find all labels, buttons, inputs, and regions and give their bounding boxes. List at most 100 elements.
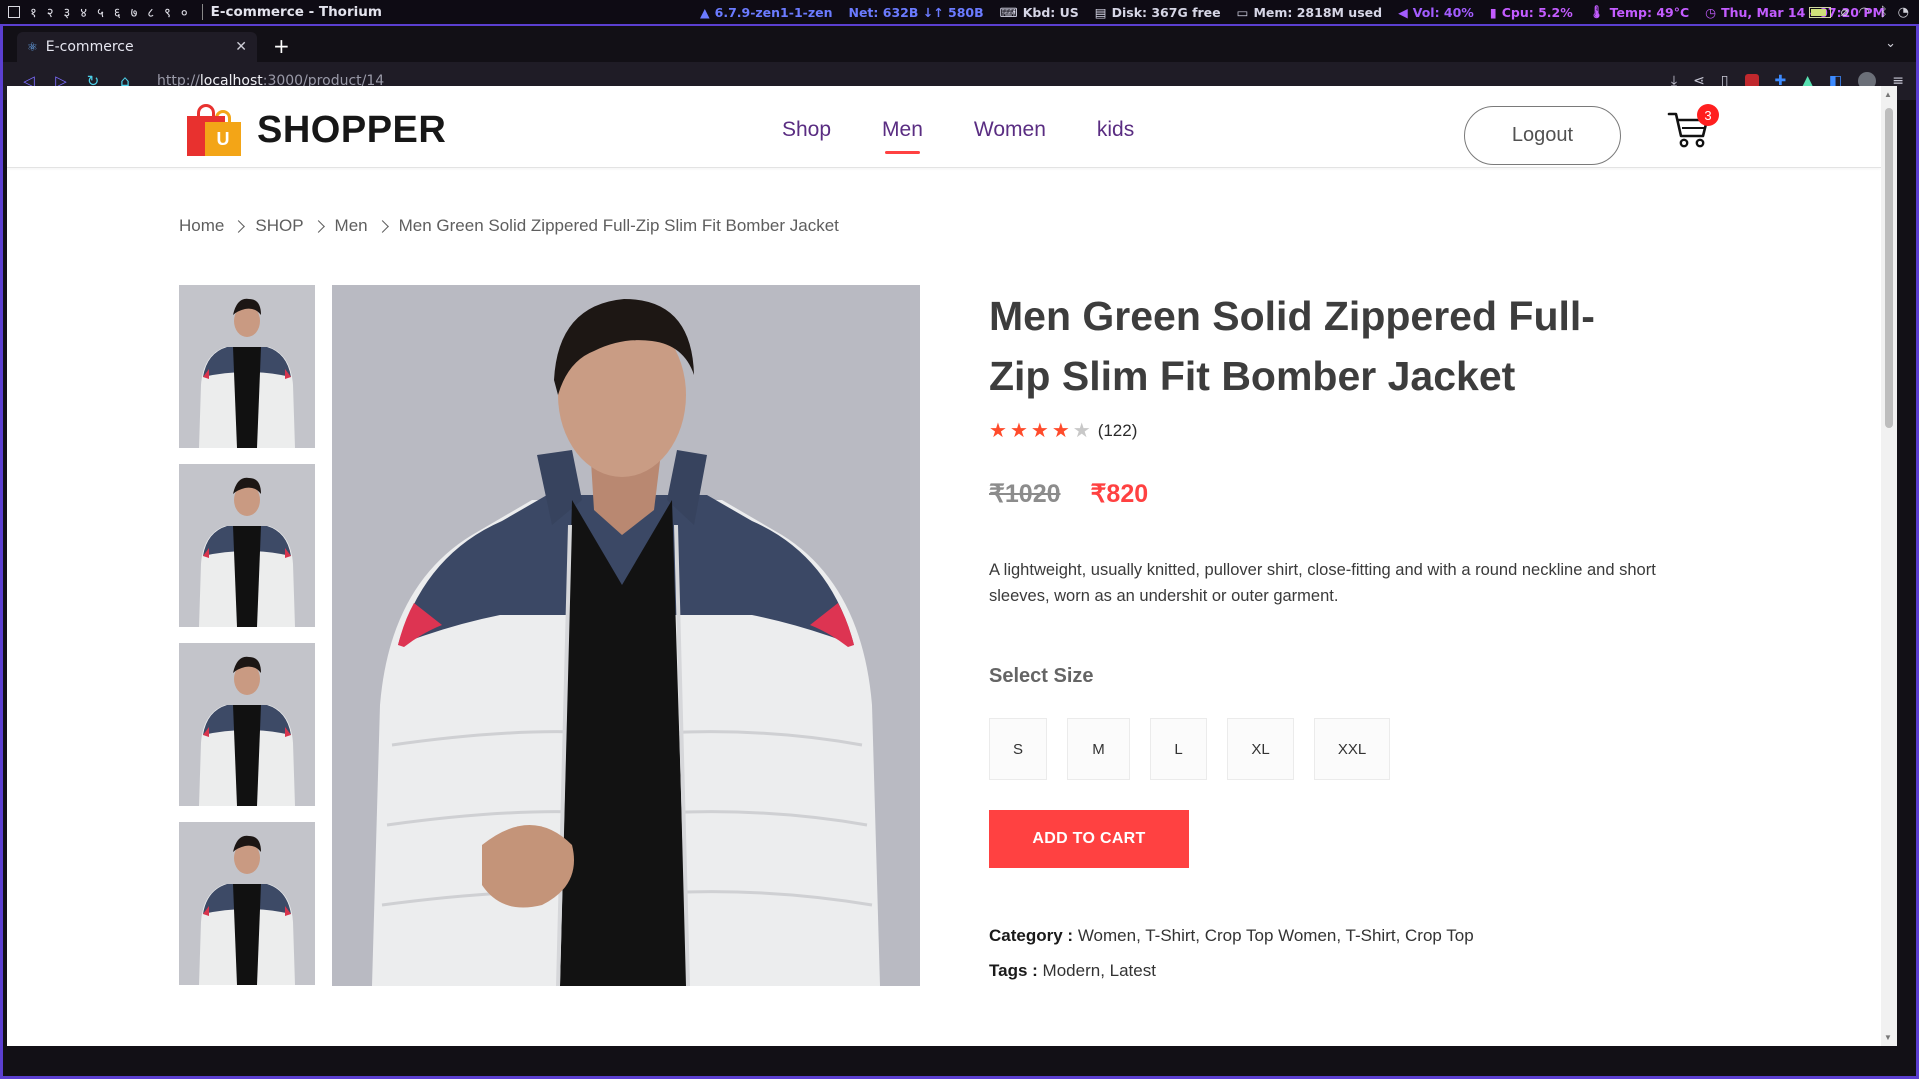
monitor-icon: ▭ — [1236, 4, 1249, 20]
product-prices: ₹1020 ₹820 — [989, 479, 1709, 509]
product-description: A lightweight, usually knitted, pullover… — [989, 561, 1656, 605]
size-options: S M L XL XXL — [989, 718, 1709, 780]
product-tags: Tags : Modern, Latest — [989, 953, 1709, 988]
size-option-m[interactable]: M — [1067, 718, 1130, 780]
mem-status: ▭ Mem: 2818M used — [1236, 4, 1383, 20]
cart-count-badge: 3 — [1697, 104, 1719, 126]
product-thumbnail[interactable] — [179, 285, 315, 448]
new-price: ₹820 — [1090, 480, 1149, 508]
keyboard-icon: ⌨ — [999, 4, 1018, 20]
layout-icon[interactable] — [8, 6, 20, 18]
scroll-down-icon[interactable]: ▼ — [1884, 1033, 1892, 1042]
star-empty-icon: ★ — [1072, 420, 1091, 442]
star-icon: ★ — [1051, 420, 1070, 442]
star-icon: ★ — [989, 420, 1007, 442]
temp-status: 🌡 Temp: 49°C — [1588, 4, 1690, 20]
battery-icon[interactable] — [1808, 6, 1831, 18]
star-icon: ★ — [1030, 420, 1049, 442]
workspace-2[interactable]: २ — [47, 3, 54, 21]
workspace-4[interactable]: ४ — [80, 3, 87, 21]
wifi-icon[interactable]: ◠ — [1859, 5, 1870, 20]
workspace-8[interactable]: ८ — [147, 3, 154, 21]
nav-men[interactable]: Men — [882, 118, 923, 154]
size-selector-title: Select Size — [989, 665, 1094, 687]
tags-value: Modern, Latest — [1042, 961, 1156, 980]
cart-button[interactable]: 3 — [1667, 104, 1719, 152]
chevron-right-icon — [232, 219, 246, 233]
product-meta: Category : Women, T-Shirt, Crop Top Wome… — [989, 918, 1709, 988]
category-label: Category : — [989, 926, 1074, 945]
size-option-xxl[interactable]: XXL — [1314, 718, 1390, 780]
logout-button[interactable]: Logout — [1464, 106, 1621, 165]
product-thumbnails — [179, 285, 315, 1001]
breadcrumb-men[interactable]: Men — [335, 216, 368, 236]
clock-icon: ◷ — [1705, 4, 1717, 20]
chevron-right-icon — [311, 219, 325, 233]
tab-bar: ⚛ E-commerce ✕ + ⌄ — [3, 26, 1916, 62]
breadcrumb: Home SHOP Men Men Green Solid Zippered F… — [179, 216, 839, 236]
workspace-switcher[interactable]: १ २ ३ ४ ५ ६ ७ ८ ९ ० — [0, 3, 188, 21]
nav-shop[interactable]: Shop — [782, 118, 831, 142]
breadcrumb-shop[interactable]: SHOP — [255, 216, 303, 236]
workspace-10[interactable]: ० — [181, 3, 188, 21]
cpu-status: ▮ Cpu: 5.2% — [1489, 4, 1573, 20]
workspace-1[interactable]: १ — [30, 3, 37, 21]
scroll-up-icon[interactable]: ▲ — [1884, 90, 1892, 99]
window-title: E-commerce - Thorium — [201, 4, 382, 20]
product-category: Category : Women, T-Shirt, Crop Top Wome… — [989, 918, 1709, 953]
page-scrollbar[interactable]: ▲ ▼ — [1881, 86, 1897, 1046]
jacket-thumbnail-image — [179, 643, 315, 806]
thermometer-icon: 🌡 — [1588, 4, 1605, 19]
product-title: Men Green Solid Zippered Full- Zip Slim … — [989, 286, 1709, 406]
product-main-image[interactable] — [332, 285, 920, 986]
nav-women[interactable]: Women — [974, 118, 1046, 142]
jacket-thumbnail-image — [179, 822, 315, 985]
size-option-xl[interactable]: XL — [1227, 718, 1294, 780]
product-thumbnail[interactable] — [179, 643, 315, 806]
bluetooth-off-icon[interactable]: ᛒ — [1880, 5, 1888, 20]
category-value: Women, T-Shirt, Crop Top Women, T-Shirt,… — [1077, 926, 1474, 945]
size-option-s[interactable]: S — [989, 718, 1047, 780]
product-info: Men Green Solid Zippered Full- Zip Slim … — [989, 286, 1709, 988]
main-nav: Shop Men Women kids — [782, 118, 1134, 154]
product-thumbnail[interactable] — [179, 822, 315, 985]
workspace-5[interactable]: ५ — [97, 3, 104, 21]
new-tab-button[interactable]: + — [273, 36, 290, 56]
system-stats: ▲ 6.7.9-zen1-1-zen Net: 632B ↓↑ 580B ⌨ Kbd… — [700, 0, 1885, 24]
paperclip-icon[interactable]: ⌀ — [1841, 5, 1849, 20]
site-header: U SHOPPER Shop Men Women kids Logout 3 — [7, 86, 1881, 168]
page-viewport: U SHOPPER Shop Men Women kids Logout 3 H… — [7, 86, 1897, 1046]
system-status-bar: १ २ ३ ४ ५ ६ ७ ८ ९ ० E-commerce - Thorium… — [0, 0, 1919, 24]
jacket-thumbnail-image — [179, 464, 315, 627]
scrollbar-thumb[interactable] — [1885, 108, 1893, 428]
review-count: (122) — [1097, 420, 1138, 440]
net-status: Net: 632B ↓↑ 580B — [848, 4, 984, 20]
site-logo[interactable]: U SHOPPER — [185, 102, 446, 158]
nav-kids[interactable]: kids — [1097, 118, 1134, 142]
chevron-down-icon[interactable]: ⌄ — [1885, 36, 1896, 51]
tab-ecommerce[interactable]: ⚛ E-commerce ✕ — [17, 32, 257, 62]
volume-status[interactable]: ◀ Vol: 40% — [1398, 5, 1474, 20]
workspace-9[interactable]: ९ — [164, 3, 171, 21]
product-thumbnail[interactable] — [179, 464, 315, 627]
breadcrumb-home[interactable]: Home — [179, 216, 224, 236]
product-title-line-2: Zip Slim Fit Bomber Jacket — [989, 353, 1516, 399]
shopping-bag-icon: U — [185, 102, 245, 158]
close-tab-icon[interactable]: ✕ — [235, 39, 247, 55]
workspace-6[interactable]: ६ — [114, 3, 121, 21]
add-to-cart-button[interactable]: ADD TO CART — [989, 810, 1189, 868]
product-rating: ★ ★ ★ ★ ★ (122) — [989, 418, 1709, 443]
workspace-7[interactable]: ७ — [131, 3, 138, 21]
kernel-status: ▲ 6.7.9-zen1-1-zen — [700, 4, 833, 20]
notification-icon[interactable]: ◔ — [1898, 5, 1909, 20]
size-option-l[interactable]: L — [1150, 718, 1207, 780]
logo-text: SHOPPER — [257, 108, 447, 151]
cpu-icon: ▮ — [1489, 4, 1497, 20]
jacket-model-image — [332, 285, 920, 986]
chevron-right-icon — [375, 219, 389, 233]
volume-icon: ◀ — [1398, 4, 1408, 20]
react-favicon-icon: ⚛ — [27, 40, 38, 54]
disk-icon: ▤ — [1094, 4, 1107, 20]
workspace-3[interactable]: ३ — [64, 3, 71, 21]
disk-status: ▤ Disk: 367G free — [1094, 4, 1221, 20]
